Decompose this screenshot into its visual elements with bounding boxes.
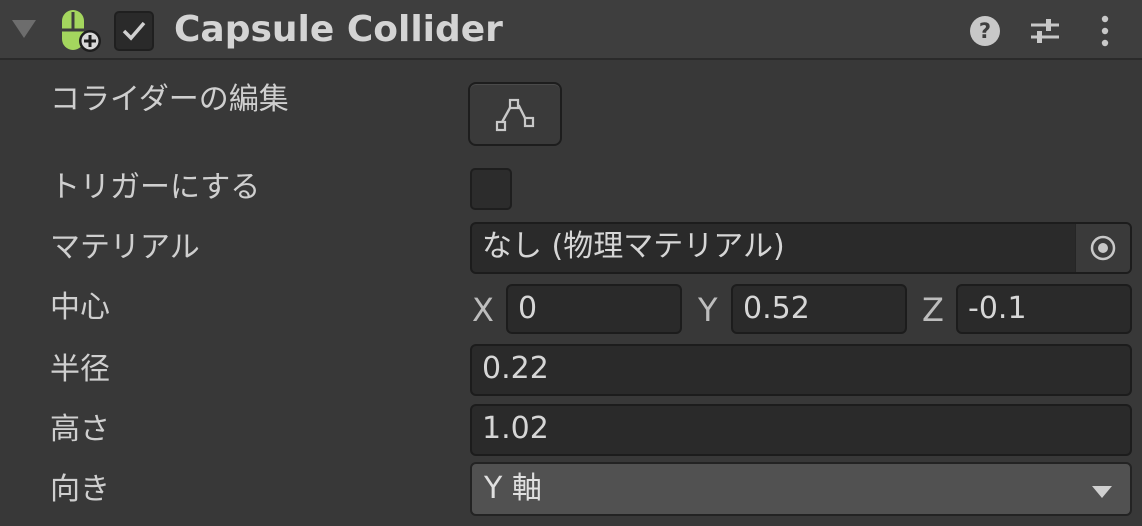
component-title: Capsule Collider (174, 9, 503, 50)
height-input[interactable]: 1.02 (470, 404, 1132, 456)
edit-collider-button[interactable] (468, 82, 562, 146)
capsule-collider-icon (60, 8, 104, 58)
is-trigger-label: トリガーにする (50, 170, 261, 205)
direction-label: 向き (50, 472, 110, 507)
center-label: 中心 (50, 290, 110, 325)
presets-icon (1031, 19, 1059, 43)
center-z-input[interactable]: -0.1 (956, 284, 1132, 334)
checkmark-icon (122, 21, 146, 41)
help-icon: ? (970, 16, 1000, 46)
object-picker-icon (1090, 235, 1116, 261)
is-trigger-checkbox[interactable] (470, 168, 512, 210)
enable-component-checkbox[interactable] (114, 11, 154, 51)
direction-dropdown[interactable]: Y 軸 (470, 462, 1132, 516)
svg-text:?: ? (979, 19, 991, 43)
direction-value: Y 軸 (484, 471, 542, 506)
center-y-label[interactable]: Y (698, 288, 718, 332)
material-object-field[interactable]: なし (物理マテリアル) (470, 222, 1132, 274)
center-x-input[interactable]: 0 (506, 284, 682, 334)
object-picker-button[interactable] (1075, 224, 1130, 272)
more-options-button[interactable] (1088, 14, 1122, 48)
edit-collider-icon (495, 98, 535, 132)
component-header[interactable]: Capsule Collider ? (0, 0, 1142, 60)
center-z-label[interactable]: Z (922, 288, 944, 332)
more-options-icon (1101, 15, 1109, 47)
presets-button[interactable] (1028, 14, 1062, 48)
help-button[interactable]: ? (968, 14, 1002, 48)
edit-collider-label: コライダーの編集 (50, 82, 289, 117)
radius-label: 半径 (50, 352, 110, 387)
center-x-label[interactable]: X (472, 288, 494, 332)
radius-input[interactable]: 0.22 (470, 344, 1132, 396)
center-y-input[interactable]: 0.52 (731, 284, 907, 334)
material-value: なし (物理マテリアル) (482, 229, 785, 264)
height-label: 高さ (50, 412, 110, 447)
material-label: マテリアル (50, 230, 200, 265)
dropdown-arrow-icon (1092, 486, 1112, 498)
foldout-arrow-icon[interactable] (12, 20, 36, 38)
